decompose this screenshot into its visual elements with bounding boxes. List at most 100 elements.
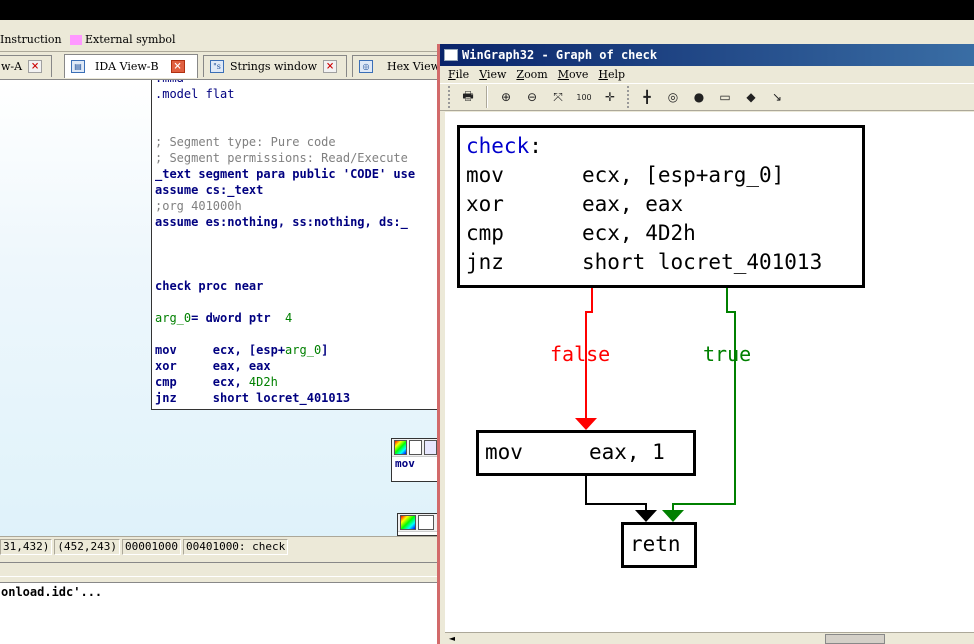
nav-3-icon[interactable]: ▭	[714, 86, 736, 108]
output-window[interactable]: onload.idc'...	[0, 583, 440, 644]
code-line[interactable]: ; Segment permissions: Read/Execute	[155, 150, 408, 166]
grid-icon[interactable]: ╋	[636, 86, 658, 108]
fit-icon[interactable]: ⤧	[547, 86, 569, 108]
window-title: WinGraph32 - Graph of check	[462, 48, 658, 62]
tab-hex-view[interactable]: ◎ Hex View	[352, 55, 440, 77]
mini-node-retn[interactable]	[397, 513, 440, 536]
graph-node-check[interactable]: check: mov ecx, [esp+arg_0]xor eax, eax cmp…	[457, 125, 865, 288]
tab-label: w-A	[1, 60, 23, 73]
scroll-thumb[interactable]	[825, 634, 885, 644]
menu-label: oom	[524, 68, 548, 81]
edge-label-true: true	[703, 342, 752, 366]
mini-node-mov[interactable]: mov	[391, 438, 440, 482]
menu-item[interactable]: View	[479, 68, 506, 81]
nav-2-icon[interactable]: ●	[688, 86, 710, 108]
instr-op: retn	[630, 532, 681, 556]
close-icon[interactable]: ×	[323, 60, 338, 73]
mini-node-header	[398, 514, 439, 532]
code-token: ; Segment type: Pure code	[155, 135, 336, 149]
tab-ida-view-b[interactable]: ▤ IDA View-B ×	[64, 54, 198, 78]
instr-args: ecx, [esp+arg_0]	[582, 163, 785, 187]
graph-node-retn[interactable]: retn	[621, 522, 697, 568]
wingraph-window: WinGraph32 - Graph of check File View Zoom…	[437, 44, 974, 644]
menu-item[interactable]: Zoom	[516, 68, 547, 81]
code-line[interactable]: ;org 401000h	[155, 198, 242, 214]
color-icon[interactable]	[400, 515, 416, 530]
group-icon[interactable]	[424, 440, 437, 455]
legend-instruction: Instruction	[0, 33, 62, 46]
code-line[interactable]: jnz short locret_401013	[155, 390, 350, 406]
code-line[interactable]: assume cs:_text	[155, 182, 263, 198]
edit-icon[interactable]	[409, 440, 422, 455]
toolbar: 🖶 ⊕ ⊖ ⤧ 100 ✛ ╋ ◎ ● ▭ ◆ ↘	[440, 83, 974, 111]
zoom-out-icon[interactable]: ⊖	[521, 86, 543, 108]
code-token: ]	[321, 343, 329, 357]
code-line[interactable]: assume es:nothing, ss:nothing, ds:_	[155, 214, 408, 230]
code-line[interactable]: arg_0= dword ptr 4	[155, 310, 292, 326]
nav-4-icon[interactable]: ◆	[740, 86, 762, 108]
code-node-check[interactable]: .mma .model flat ; Segment type: Pure code…	[151, 80, 440, 410]
code-line[interactable]: mov ecx, [esp+arg_0]	[155, 342, 328, 358]
tab-strings-window[interactable]: "s Strings window ×	[203, 55, 347, 77]
graph-node-mov[interactable]: mov eax, 1	[476, 430, 696, 476]
instruction-row: cmp ecx, 4D2h	[466, 219, 696, 248]
splitter[interactable]	[0, 556, 440, 583]
print-icon[interactable]: 🖶	[457, 86, 479, 108]
horizontal-scrollbar[interactable]: ◄	[445, 632, 974, 644]
tab-label: Strings window	[230, 60, 318, 73]
menu-item[interactable]: File	[448, 68, 469, 81]
zoom-100-icon[interactable]: 100	[573, 86, 595, 108]
edge-fallthrough	[585, 476, 647, 515]
output-line: onload.idc'...	[1, 585, 103, 599]
instr-op: jnz	[466, 250, 504, 274]
zoom-in-icon[interactable]: ⊕	[495, 86, 517, 108]
tab-ida-view-a[interactable]: w-A ×	[0, 55, 52, 77]
close-icon[interactable]: ×	[28, 60, 43, 73]
code-token: cmp ecx,	[155, 375, 249, 389]
toolbar-separator	[627, 86, 630, 108]
center-icon[interactable]: ✛	[599, 86, 621, 108]
code-token: check proc near	[155, 279, 264, 293]
close-icon[interactable]: ×	[170, 60, 185, 73]
app-icon	[444, 49, 458, 61]
top-strip	[0, 0, 974, 20]
code-line[interactable]: xor eax, eax	[155, 358, 271, 374]
graph-canvas[interactable]: false true check: mov ecx, [esp+arg_0] xor…	[445, 112, 974, 632]
code-token: ; Segment permissions: Read/Execute	[155, 151, 408, 165]
code-line[interactable]: _text segment para public 'CODE' use	[155, 166, 415, 182]
edit-icon[interactable]	[418, 515, 434, 530]
scroll-left-icon[interactable]: ◄	[447, 634, 457, 644]
node-header: check:	[466, 132, 542, 161]
instr-op: mov	[466, 163, 504, 187]
code-token: assume cs:_text	[155, 183, 264, 197]
instr-op: cmp	[466, 221, 504, 245]
code-token: jnz short locret_401013	[155, 391, 351, 405]
menu-label: elp	[607, 68, 626, 81]
code-line[interactable]: ; Segment type: Pure code	[155, 134, 336, 150]
cursor-icon[interactable]: ↘	[766, 86, 788, 108]
menu-accelerator: M	[557, 68, 570, 81]
code-token: 4D2h	[248, 375, 278, 389]
status-offset: 00001000	[121, 538, 181, 555]
status-cursor: 31,432)	[0, 538, 53, 555]
nav-1-icon[interactable]: ◎	[662, 86, 684, 108]
instruction-row: xor eax, eax	[466, 190, 683, 219]
code-token: assume es:nothing, ss:nothing, ds:_	[155, 215, 408, 229]
edge-true	[672, 288, 736, 515]
instruction-row: mov eax, 1	[485, 438, 665, 467]
instr-op: xor	[466, 192, 504, 216]
legend-label: Instruction	[0, 33, 62, 46]
menu-bar: File View Zoom Move Help	[440, 66, 974, 83]
menu-item[interactable]: Move	[558, 68, 589, 81]
code-line[interactable]: check proc near	[155, 278, 263, 294]
color-icon[interactable]	[394, 440, 407, 455]
status-bar: 31,432) (452,243) 00001000 00401000: che…	[0, 536, 440, 556]
screen: Instruction External symbol w-A × ▤ IDA …	[0, 0, 974, 644]
menu-accelerator: Z	[516, 68, 525, 81]
code-line[interactable]: .model flat	[155, 86, 234, 102]
window-titlebar[interactable]: WinGraph32 - Graph of check	[440, 44, 974, 66]
arrowhead-false	[575, 418, 597, 430]
instr-args: eax, eax	[582, 192, 684, 216]
code-line[interactable]: cmp ecx, 4D2h	[155, 374, 278, 390]
menu-item[interactable]: Help	[598, 68, 625, 81]
